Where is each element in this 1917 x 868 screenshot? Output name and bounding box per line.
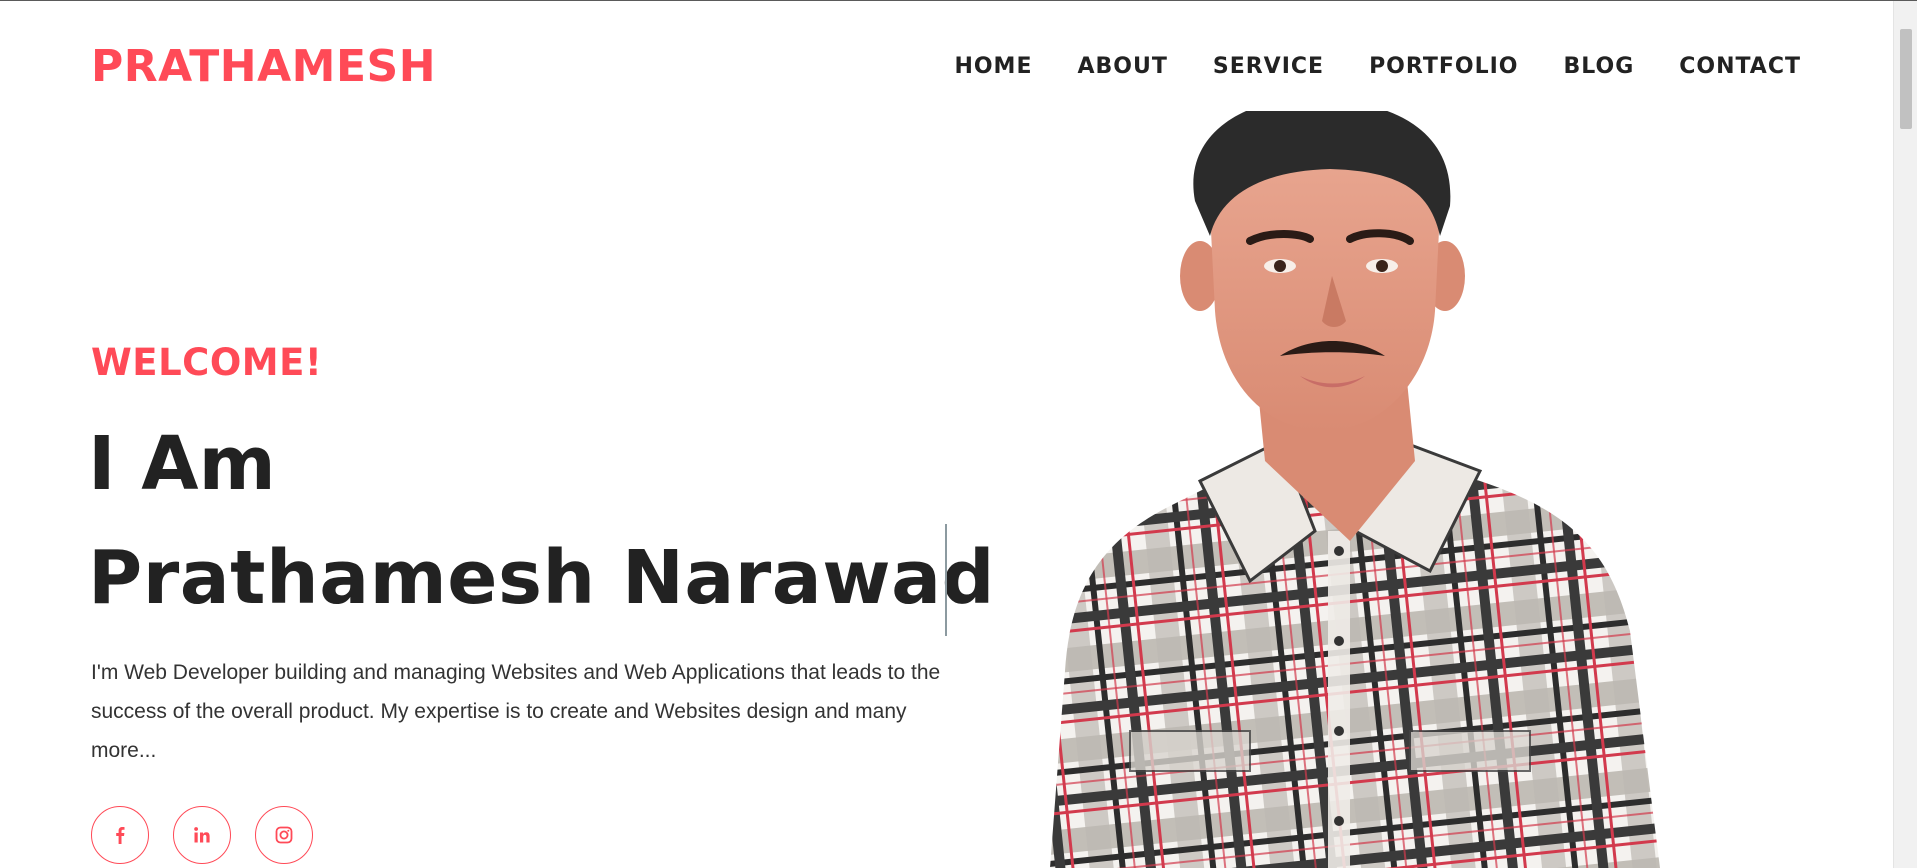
nav-blog[interactable]: BLOG [1563,54,1634,79]
hero-title-line2: Prathamesh Narawad [88,535,996,621]
typing-cursor [945,524,947,636]
linkedin-icon [194,827,210,843]
main-nav: HOME ABOUT SERVICE PORTFOLIO BLOG CONTAC… [954,54,1801,79]
social-links [91,806,313,864]
hero-title-line1: I Am [88,421,276,507]
brand-logo[interactable]: PRATHAMESH [91,41,436,92]
instagram-icon [275,826,293,844]
nav-portfolio[interactable]: PORTFOLIO [1369,54,1518,79]
nav-home[interactable]: HOME [954,54,1032,79]
nav-service[interactable]: SERVICE [1213,54,1324,79]
nav-about[interactable]: ABOUT [1077,54,1167,79]
scrollbar-thumb[interactable] [1900,29,1912,129]
facebook-icon [116,827,125,844]
vertical-scrollbar[interactable] [1893,1,1917,868]
nav-contact[interactable]: CONTACT [1679,54,1801,79]
linkedin-button[interactable] [173,806,231,864]
profile-photo [1050,111,1660,868]
facebook-button[interactable] [91,806,149,864]
page: PRATHAMESH HOME ABOUT SERVICE PORTFOLIO … [0,1,1893,868]
welcome-label: WELCOME! [91,341,323,384]
instagram-button[interactable] [255,806,313,864]
hero-description: I'm Web Developer building and managing … [91,661,941,762]
